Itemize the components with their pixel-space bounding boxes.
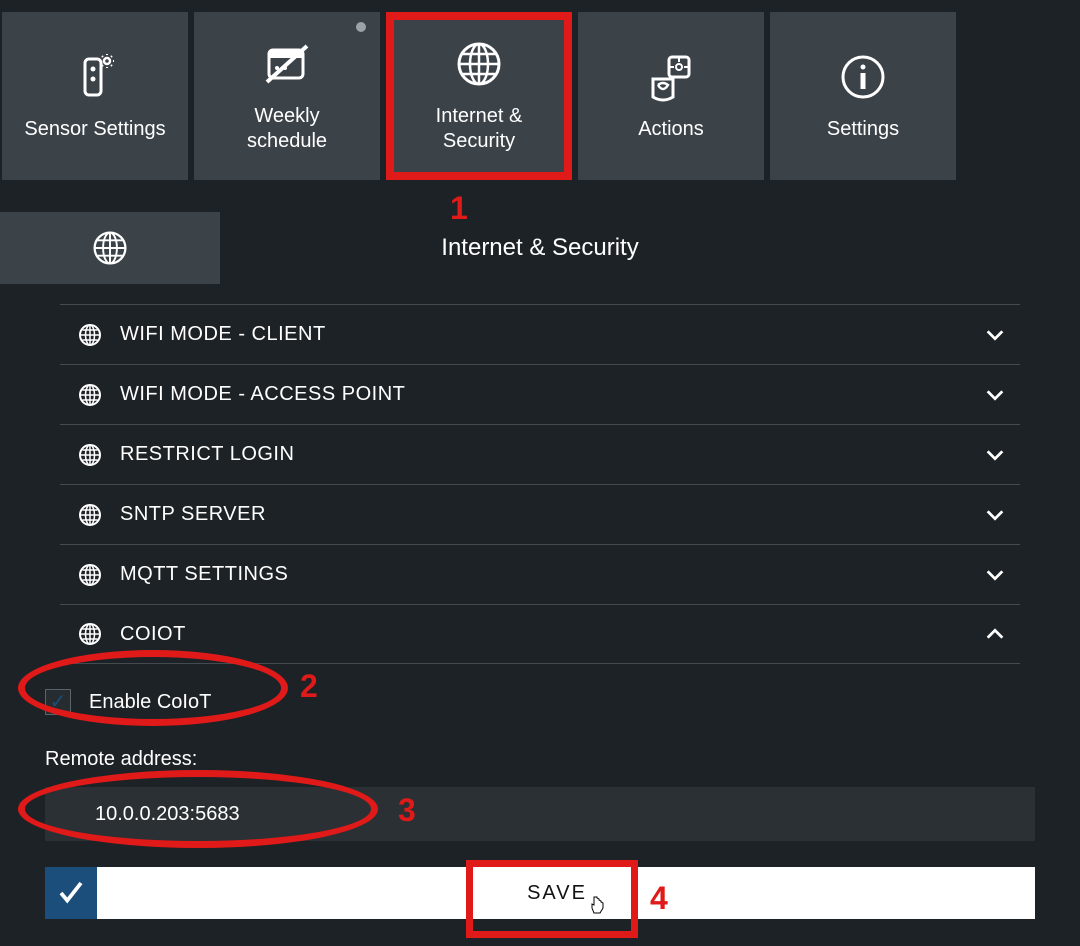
accordion-restrict-login[interactable]: RESTRICT LOGIN [60, 424, 1020, 484]
save-button-label: SAVE [527, 882, 587, 905]
section-icon-box [0, 212, 220, 284]
chevron-down-icon [970, 384, 1020, 406]
tab-label: Settings [827, 117, 899, 142]
actions-icon [645, 51, 697, 103]
globe-icon [60, 382, 120, 408]
accordion-label: COIOT [120, 623, 970, 646]
enable-coiot-checkbox[interactable]: ✓ [45, 689, 71, 715]
accordion-label: SNTP SERVER [120, 503, 970, 526]
accordion-list: WIFI MODE - CLIENT WIFI MODE - ACCESS PO… [60, 304, 1020, 664]
save-button[interactable]: SAVE [97, 867, 1035, 919]
tab-sensor-settings[interactable]: Sensor Settings [2, 12, 188, 180]
tab-weekly-schedule[interactable]: Weekly schedule [194, 12, 380, 180]
globe-icon [60, 502, 120, 528]
tab-label: Weekly schedule [247, 104, 327, 154]
accordion-coiot[interactable]: COIOT [60, 604, 1020, 664]
tab-actions[interactable]: Actions [578, 12, 764, 180]
tab-label: Sensor Settings [24, 117, 165, 142]
accordion-wifi-ap[interactable]: WIFI MODE - ACCESS POINT [60, 364, 1020, 424]
chevron-down-icon [970, 504, 1020, 526]
accordion-label: WIFI MODE - CLIENT [120, 323, 970, 346]
checkmark-icon: ✓ [50, 692, 67, 712]
chevron-down-icon [970, 444, 1020, 466]
remote-address-input[interactable] [45, 787, 1035, 841]
accordion-label: RESTRICT LOGIN [120, 443, 970, 466]
globe-icon [60, 442, 120, 468]
section-title: Internet & Security [220, 234, 1080, 262]
chevron-down-icon [970, 324, 1020, 346]
chevron-down-icon [970, 564, 1020, 586]
globe-icon [60, 621, 120, 647]
accordion-sntp[interactable]: SNTP SERVER [60, 484, 1020, 544]
tab-internet-security[interactable]: Internet & Security [386, 12, 572, 180]
coiot-panel: ✓ Enable CoIoT Remote address: SAVE [45, 684, 1035, 919]
accordion-wifi-client[interactable]: WIFI MODE - CLIENT [60, 304, 1020, 364]
tab-label: Internet & Security [436, 104, 523, 154]
section-header: Internet & Security [0, 212, 1080, 284]
tab-settings[interactable]: Settings [770, 12, 956, 180]
accordion-label: WIFI MODE - ACCESS POINT [120, 383, 970, 406]
cursor-icon [589, 895, 605, 915]
notification-dot-icon [356, 22, 366, 32]
remote-address-label: Remote address: [45, 748, 1035, 771]
tab-label: Actions [638, 117, 704, 142]
enable-coiot-label: Enable CoIoT [89, 691, 211, 714]
sensor-icon [69, 51, 121, 103]
globe-icon [90, 228, 130, 268]
enable-coiot-row: ✓ Enable CoIoT [45, 684, 1035, 720]
calendar-off-icon [261, 38, 313, 90]
save-check-icon-box [45, 867, 97, 919]
checkmark-icon [56, 878, 86, 908]
globe-icon [60, 562, 120, 588]
save-row: SAVE [45, 867, 1035, 919]
info-icon [837, 51, 889, 103]
chevron-up-icon [970, 623, 1020, 645]
accordion-label: MQTT SETTINGS [120, 563, 970, 586]
globe-icon [60, 322, 120, 348]
globe-icon [453, 38, 505, 90]
accordion-mqtt[interactable]: MQTT SETTINGS [60, 544, 1020, 604]
top-tabs: Sensor Settings Weekly schedule [0, 0, 1080, 180]
